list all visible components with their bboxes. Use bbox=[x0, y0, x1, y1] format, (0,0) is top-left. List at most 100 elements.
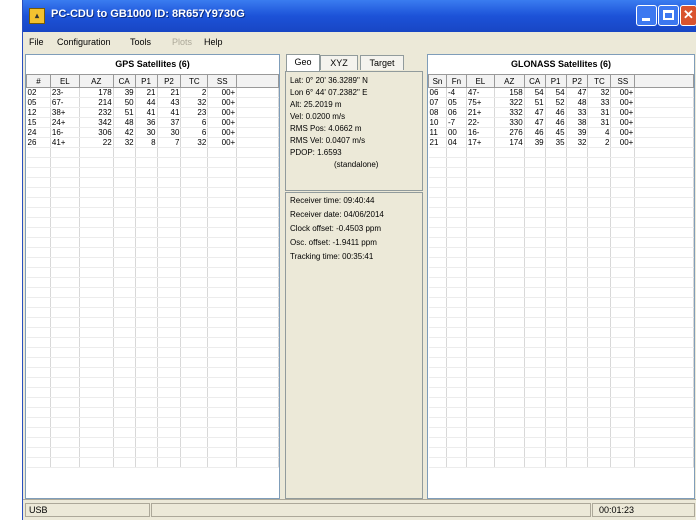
glonass-cell-sn: 10 bbox=[428, 117, 447, 128]
gps-header-az[interactable]: AZ bbox=[78, 74, 114, 88]
glonass-empty-cell bbox=[466, 357, 495, 368]
glonass-panel-title: GLONASS Satellites (6) bbox=[510, 59, 612, 69]
gps-cell-el: 23- bbox=[50, 87, 80, 98]
glonass-empty-cell bbox=[428, 297, 447, 308]
glonass-empty-cell bbox=[524, 237, 546, 248]
menu-file[interactable]: File bbox=[29, 37, 44, 47]
gps-cell-: 24 bbox=[26, 127, 51, 138]
gps-satellite-table[interactable]: # EL AZ CA P1 P2 TC SS 02 23- 178 39 21 21 2 00+ 05 67-… bbox=[26, 74, 279, 468]
glonass-empty-cell bbox=[634, 407, 694, 418]
glonass-header-sn[interactable]: Sn bbox=[428, 74, 447, 88]
minimize-button[interactable] bbox=[636, 5, 657, 26]
tab-xyz[interactable]: XYZ bbox=[320, 55, 358, 70]
glonass-empty-row bbox=[428, 387, 694, 398]
tab-geo[interactable]: Geo bbox=[286, 54, 320, 71]
gps-header-ca[interactable]: CA bbox=[112, 74, 136, 88]
gps-empty-cell bbox=[26, 147, 51, 158]
gps-header-p2[interactable]: P2 bbox=[156, 74, 182, 88]
glonass-header-az[interactable]: AZ bbox=[493, 74, 525, 88]
glonass-empty-cell bbox=[566, 357, 589, 368]
glonass-empty-cell bbox=[610, 147, 636, 158]
glonass-header-filler bbox=[634, 74, 694, 88]
gps-empty-cell bbox=[26, 457, 51, 468]
gps-satellite-row[interactable]: 12 38+ 232 51 41 41 23 00+ bbox=[26, 107, 279, 118]
glonass-empty-cell bbox=[446, 197, 467, 208]
gps-cell-ss: 00+ bbox=[207, 127, 238, 138]
glonass-empty-cell bbox=[466, 297, 495, 308]
gps-satellite-row[interactable]: 26 41+ 22 32 8 7 32 00+ bbox=[26, 137, 279, 148]
glonass-header-p1[interactable]: P1 bbox=[544, 74, 567, 88]
glonass-empty-cell bbox=[446, 317, 467, 328]
glonass-empty-cell bbox=[446, 237, 467, 248]
gps-header-[interactable]: # bbox=[26, 74, 51, 88]
gps-panel-title: GPS Satellites (6) bbox=[115, 59, 190, 69]
glonass-header-p2[interactable]: P2 bbox=[565, 74, 589, 88]
glonass-header-ss[interactable]: SS bbox=[610, 74, 636, 88]
gps-empty-cell bbox=[135, 457, 158, 468]
glonass-satellite-row[interactable]: 10 -7 22- 330 47 46 38 31 00+ bbox=[428, 117, 694, 128]
gps-empty-cell bbox=[180, 167, 209, 178]
tab-target[interactable]: Target bbox=[360, 55, 404, 70]
gps-cell-az: 342 bbox=[79, 117, 114, 128]
menu-configuration[interactable]: Configuration bbox=[57, 37, 111, 47]
gps-empty-cell bbox=[79, 297, 114, 308]
glonass-empty-row bbox=[428, 437, 694, 448]
glonass-empty-cell bbox=[428, 187, 447, 198]
glonass-empty-cell bbox=[545, 157, 567, 168]
glonass-empty-cell bbox=[466, 267, 495, 278]
glonass-empty-cell bbox=[494, 267, 525, 278]
glonass-empty-cell bbox=[587, 227, 612, 238]
glonass-satellite-row[interactable]: 11 00 16- 276 46 45 39 4 00+ bbox=[428, 127, 694, 138]
gps-satellite-row[interactable]: 02 23- 178 39 21 21 2 00+ bbox=[26, 87, 279, 98]
glonass-header-el[interactable]: EL bbox=[465, 74, 495, 88]
glonass-empty-cell bbox=[587, 437, 612, 448]
gps-empty-cell bbox=[157, 397, 182, 408]
tracking-time: Tracking time: 00:35:41 bbox=[290, 252, 374, 261]
gps-empty-cell bbox=[50, 397, 80, 408]
maximize-button[interactable] bbox=[658, 5, 679, 26]
menu-tools[interactable]: Tools bbox=[130, 37, 151, 47]
gps-empty-cell bbox=[135, 197, 158, 208]
gps-empty-cell bbox=[26, 357, 51, 368]
gps-cell-p1: 21 bbox=[135, 87, 158, 98]
glonass-satellite-row[interactable]: 21 04 17+ 174 39 35 32 2 00+ bbox=[428, 137, 694, 148]
glonass-empty-cell bbox=[545, 367, 567, 378]
gps-satellite-row[interactable]: 15 24+ 342 48 36 37 6 00+ bbox=[26, 117, 279, 128]
glonass-empty-cell bbox=[466, 247, 495, 258]
status-bar: USB 00:01:23 bbox=[23, 499, 696, 520]
gps-header-p1[interactable]: P1 bbox=[134, 74, 158, 88]
gps-empty-row bbox=[26, 147, 279, 158]
glonass-satellite-table[interactable]: Sn Fn EL AZ CA P1 P2 TC SS 06 -4 47- 158 54 54 47 32 00+… bbox=[428, 74, 694, 468]
gps-empty-cell bbox=[26, 177, 51, 188]
glonass-satellite-row[interactable]: 06 -4 47- 158 54 54 47 32 00+ bbox=[428, 87, 694, 98]
menu-help[interactable]: Help bbox=[204, 37, 223, 47]
glonass-empty-cell bbox=[566, 187, 589, 198]
gps-empty-cell bbox=[236, 307, 279, 318]
gps-cell-tc: 2 bbox=[180, 87, 209, 98]
glonass-header-fn[interactable]: Fn bbox=[445, 74, 467, 88]
gps-header-tc[interactable]: TC bbox=[180, 74, 209, 88]
gps-satellite-row[interactable]: 05 67- 214 50 44 43 32 00+ bbox=[26, 97, 279, 108]
close-button[interactable]: ✕ bbox=[680, 5, 696, 26]
gps-empty-cell bbox=[79, 167, 114, 178]
menu-bar: File Configuration Tools Plots Help bbox=[23, 32, 696, 52]
gps-header-el[interactable]: EL bbox=[49, 74, 80, 88]
gps-cell-p1: 8 bbox=[135, 137, 158, 148]
glonass-header-ca[interactable]: CA bbox=[523, 74, 546, 88]
gps-empty-cell bbox=[113, 357, 136, 368]
gps-empty-cell bbox=[113, 367, 136, 378]
glonass-empty-row bbox=[428, 287, 694, 298]
glonass-satellite-row[interactable]: 08 06 21+ 332 47 46 33 31 00+ bbox=[428, 107, 694, 118]
glonass-header-tc[interactable]: TC bbox=[587, 74, 612, 88]
gps-empty-cell bbox=[180, 387, 209, 398]
glonass-empty-cell bbox=[634, 327, 694, 338]
solution-mode: (standalone) bbox=[334, 160, 379, 169]
gps-satellite-row[interactable]: 24 16- 306 42 30 30 6 00+ bbox=[26, 127, 279, 138]
glonass-empty-cell bbox=[466, 447, 495, 458]
gps-empty-cell bbox=[207, 157, 238, 168]
gps-empty-cell bbox=[26, 327, 51, 338]
gps-header-ss[interactable]: SS bbox=[207, 74, 238, 88]
glonass-empty-cell bbox=[634, 237, 694, 248]
glonass-satellite-row[interactable]: 07 05 75+ 322 51 52 48 33 00+ bbox=[428, 97, 694, 108]
title-bar[interactable]: ▴ PC-CDU to GB1000 ID: 8R657Y9730G ✕ bbox=[23, 0, 696, 32]
